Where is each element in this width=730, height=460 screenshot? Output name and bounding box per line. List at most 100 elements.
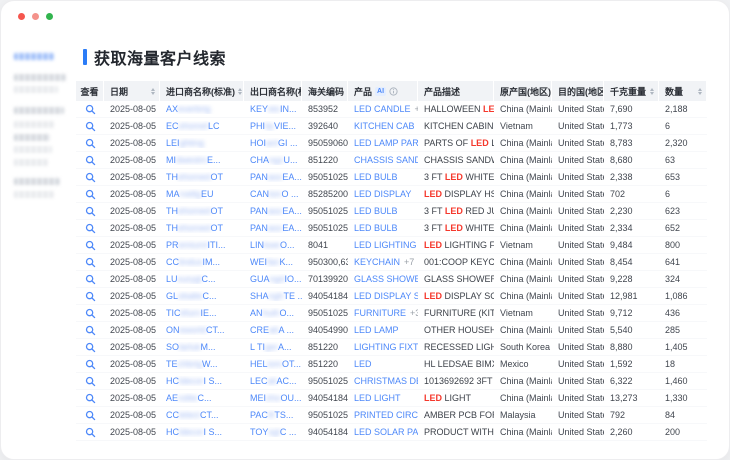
exporter-link[interactable]: CHAngzU... — [244, 155, 302, 165]
exporter-link[interactable]: LINkweO... — [244, 240, 302, 250]
product-cell[interactable]: LED DISPLAY S+4 — [348, 291, 418, 301]
product-cell[interactable]: LIGHTING FIXTURE — [348, 342, 418, 352]
importer-link[interactable]: LUxuryglC... — [160, 274, 244, 284]
product-cell[interactable]: CHRISTMAS DE+1 — [348, 376, 418, 386]
view-cell[interactable] — [76, 342, 104, 353]
exporter-link[interactable]: PANasoEA... — [244, 223, 302, 233]
column-header-date[interactable]: 日期 — [104, 81, 160, 101]
exporter-link[interactable]: KEYstoIN... — [244, 104, 302, 114]
window-zoom-button[interactable] — [46, 13, 53, 20]
exporter-link[interactable]: PHIlipVIE... — [244, 121, 302, 131]
sidebar-item[interactable] — [14, 134, 50, 141]
sidebar-item[interactable] — [14, 86, 58, 93]
product-cell[interactable]: LED CANDLE+1 — [348, 104, 418, 114]
importer-link[interactable]: THehomedOT — [160, 206, 244, 216]
view-cell[interactable] — [76, 206, 104, 217]
importer-link[interactable]: SOlarlukM... — [160, 342, 244, 352]
view-cell[interactable] — [76, 138, 104, 149]
importer-link[interactable]: CClindusIM... — [160, 257, 244, 267]
sidebar-item[interactable] — [14, 191, 54, 198]
column-header-weight[interactable]: 千克重量 — [604, 81, 659, 101]
importer-link[interactable]: PRemiumlITI... — [160, 240, 244, 250]
product-cell[interactable]: PRINTED CIRCUIT B — [348, 410, 418, 420]
importer-link[interactable]: HCldecorI S... — [160, 427, 244, 437]
importer-link[interactable]: AXeverbrig — [160, 104, 244, 114]
product-cell[interactable]: FURNITURE+3 — [348, 308, 418, 318]
exporter-link[interactable]: MEIzhoOU... — [244, 393, 302, 403]
view-cell[interactable] — [76, 410, 104, 421]
exporter-link[interactable]: CANtonO ... — [244, 189, 302, 199]
view-cell[interactable] — [76, 240, 104, 251]
column-header-exporter[interactable]: 出口商名称(标准) — [244, 81, 302, 101]
exporter-link[interactable]: PACifiTS... — [244, 410, 302, 420]
exporter-link[interactable]: ANhuihO... — [244, 308, 302, 318]
sort-icon[interactable] — [647, 88, 654, 95]
product-cell[interactable]: CHASSIS SAND+5 — [348, 155, 418, 165]
product-cell[interactable]: LED LIGHT — [348, 393, 418, 403]
sort-icon[interactable] — [148, 88, 155, 95]
exporter-link[interactable]: PANasoEA... — [244, 172, 302, 182]
importer-link[interactable]: MIdwestmE... — [160, 155, 244, 165]
importer-link[interactable]: AEroliteC... — [160, 393, 244, 403]
exporter-link[interactable]: TOYsglC ... — [244, 427, 302, 437]
view-cell[interactable] — [76, 274, 104, 285]
exporter-link[interactable]: CREatiA ... — [244, 325, 302, 335]
info-icon[interactable] — [389, 87, 398, 96]
view-cell[interactable] — [76, 257, 104, 268]
view-cell[interactable] — [76, 104, 104, 115]
view-cell[interactable] — [76, 189, 104, 200]
sort-icon[interactable] — [235, 88, 242, 95]
sort-icon[interactable] — [695, 88, 702, 95]
importer-link[interactable]: THehomedOT — [160, 223, 244, 233]
product-cell[interactable]: LED DISPLAY — [348, 189, 418, 199]
view-cell[interactable] — [76, 291, 104, 302]
sidebar-item-active[interactable] — [14, 53, 54, 60]
product-cell[interactable]: LED BULB — [348, 172, 418, 182]
product-cell[interactable]: LED LAMP PART — [348, 138, 418, 148]
window-close-button[interactable] — [18, 13, 25, 20]
product-cell[interactable]: LED BULB — [348, 223, 418, 233]
importer-link[interactable]: ECohomelLC — [160, 121, 244, 131]
view-cell[interactable] — [76, 308, 104, 319]
importer-link[interactable]: THehomedOT — [160, 172, 244, 182]
view-cell[interactable] — [76, 393, 104, 404]
importer-link[interactable]: GLobalteC... — [160, 291, 244, 301]
product-cell[interactable]: GLASS SHOWE+2 — [348, 274, 418, 284]
product-cell[interactable]: LED — [348, 359, 418, 369]
importer-link[interactable]: LEIghting — [160, 138, 244, 148]
exporter-link[interactable]: HOIanlGI ... — [244, 138, 302, 148]
exporter-link[interactable]: SHAnghTE ... — [244, 291, 302, 301]
importer-link[interactable]: CClelectCT... — [160, 410, 244, 420]
exporter-link[interactable]: PANasoEA... — [244, 206, 302, 216]
importer-link[interactable]: TICkfurnIE... — [160, 308, 244, 318]
product-cell[interactable]: KITCHEN CAB+12 — [348, 121, 418, 131]
exporter-link[interactable]: L TIgerA... — [244, 342, 302, 352]
exporter-link[interactable]: HELiomOT... — [244, 359, 302, 369]
sidebar-item[interactable] — [14, 178, 60, 185]
exporter-link[interactable]: GUAngdIO... — [244, 274, 302, 284]
product-cell[interactable]: LED LAMP — [348, 325, 418, 335]
window-minimize-button[interactable] — [32, 13, 39, 20]
importer-link[interactable]: MArveligEU — [160, 189, 244, 199]
exporter-link[interactable]: LECaliAC... — [244, 376, 302, 386]
product-cell[interactable]: LED BULB — [348, 206, 418, 216]
column-header-quantity[interactable]: 数量 — [659, 81, 707, 101]
exporter-link[interactable]: WEIfanK... — [244, 257, 302, 267]
sidebar-item[interactable] — [14, 121, 54, 128]
product-cell[interactable]: LED SOLAR PATHW — [348, 427, 418, 437]
sidebar-item[interactable] — [14, 146, 52, 153]
importer-link[interactable]: ONeworldCT... — [160, 325, 244, 335]
view-cell[interactable] — [76, 376, 104, 387]
view-cell[interactable] — [76, 121, 104, 132]
sidebar-item[interactable] — [14, 74, 66, 81]
product-cell[interactable]: KEYCHAIN+7 — [348, 257, 418, 267]
view-cell[interactable] — [76, 223, 104, 234]
view-cell[interactable] — [76, 427, 104, 438]
importer-link[interactable]: HCldecorI S... — [160, 376, 244, 386]
view-cell[interactable] — [76, 359, 104, 370]
product-cell[interactable]: LED LIGHTING — [348, 240, 418, 250]
view-cell[interactable] — [76, 325, 104, 336]
sidebar-item[interactable] — [14, 159, 48, 166]
sidebar-item[interactable] — [14, 107, 64, 114]
importer-link[interactable]: TEchbrigW... — [160, 359, 244, 369]
